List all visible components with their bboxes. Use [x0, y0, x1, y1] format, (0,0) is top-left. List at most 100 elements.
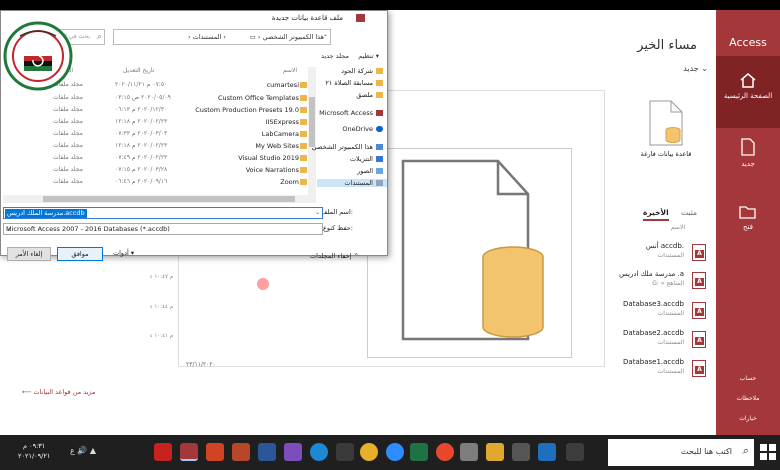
nav-item-new[interactable]: جديد	[716, 138, 780, 168]
list-item[interactable]: My Web Sites ٢٠٢٠/٠٢/٢٣ م ١٢:١٨ مجلد ملفات	[3, 142, 307, 153]
recent-file-name: أنس accdb.	[645, 242, 684, 250]
mail-icon[interactable]	[538, 443, 556, 461]
computer-icon	[376, 144, 383, 150]
store-icon[interactable]	[512, 443, 530, 461]
tab-recent[interactable]: الأخيرة	[642, 208, 669, 221]
organize-menu[interactable]: تنظيم ▾	[358, 52, 379, 60]
list-item[interactable]: Voice Narrations ٢٠٢٠/٠٣/٢٨ م ٠٧:١٥ مجلد م…	[3, 166, 307, 177]
save-type-select[interactable]: Microsoft Access 2007 - 2016 Databases (…	[3, 223, 323, 235]
blank-database-template[interactable]: قاعدة بيانات فارغة	[640, 100, 692, 158]
breadcrumb-item[interactable]: ▭ › هذا الكمبيوتر الشخصي	[250, 33, 324, 41]
nav-access-item[interactable]: Microsoft Access	[319, 109, 383, 117]
taskbar: ٠٩:٣١ م ٢٠٢١/٠٩/٢١ ع 🔊 ▲ اكتب هنا للبحث …	[0, 435, 780, 470]
windows-start-icon[interactable]	[760, 444, 776, 460]
chrome-icon[interactable]	[360, 443, 378, 461]
nav-item-open[interactable]: فتح	[716, 205, 780, 231]
database-preview-icon	[401, 159, 544, 341]
documents-icon	[376, 180, 383, 186]
nav-item-label: جديد	[741, 160, 755, 168]
horizontal-scrollbar[interactable]	[3, 195, 316, 203]
home-icon	[740, 73, 756, 88]
task-view-icon[interactable]	[566, 443, 584, 461]
chevron-up-icon: ⌃	[353, 252, 359, 260]
nav-feedback[interactable]: ملاحظات	[716, 395, 780, 402]
recent-file-item[interactable]: A Database2.accdb المستندات	[566, 329, 706, 353]
list-item[interactable]: Visual Studio 2019 ٢٠٢٠/٠٢/٢٣ م ٠٧:٤٩ مجلد…	[3, 154, 307, 165]
folder-icon	[300, 131, 307, 137]
word-icon[interactable]	[258, 443, 276, 461]
folder-icon	[300, 143, 307, 149]
file-explorer-icon[interactable]	[486, 443, 504, 461]
tools-menu[interactable]: أدوات ▾	[113, 249, 134, 257]
edge-icon[interactable]	[310, 443, 328, 461]
nav-folder-item[interactable]: شركة الجود	[341, 67, 383, 75]
list-item[interactable]: Zoom ٢٠٢٠/٠٩/١٦ م ٠٦:٤٦ مجلد ملفات	[3, 178, 307, 189]
chevron-down-icon[interactable]: ⌄	[323, 31, 328, 38]
acrobat-icon[interactable]	[154, 443, 172, 461]
breadcrumb-item[interactable]: › المستندات ›	[188, 33, 226, 41]
arrow-left-icon: ⟵	[22, 388, 32, 396]
open-folder-icon	[739, 206, 756, 219]
recent-file-time: م ١٠:٤٤ ء	[150, 304, 174, 310]
file-name-input[interactable]: مدرسة الملك ادريس.accdb ⌄	[3, 207, 323, 219]
cancel-button[interactable]: إلغاء الأمر	[7, 247, 51, 261]
hide-folders-toggle[interactable]: إخفاء المجلدات ⌃	[310, 252, 359, 260]
chevron-down-icon[interactable]: ⌄	[6, 225, 320, 233]
zoom-icon[interactable]	[386, 443, 404, 461]
column-header-date[interactable]: تاريخ التعديل	[123, 67, 154, 74]
nav-onedrive-item[interactable]: OneDrive	[342, 125, 383, 133]
recent-file-item[interactable]: A Database3.accdb المستندات	[566, 300, 706, 324]
recent-file-item[interactable]: A مدرسة ملك ادريس .a G: » المناهج	[566, 270, 706, 294]
folder-icon	[300, 82, 307, 88]
vertical-scrollbar[interactable]	[308, 67, 316, 195]
more-databases-link[interactable]: ⟵ مزيد من قواعد البيانات	[22, 388, 95, 396]
recent-file-item[interactable]: A Database1.accdb المستندات	[566, 358, 706, 382]
nav-options[interactable]: خيارات	[716, 415, 780, 422]
app-icon[interactable]	[460, 443, 478, 461]
nav-folder-item[interactable]: ملصق	[356, 91, 383, 99]
system-tray[interactable]: ع 🔊 ▲	[70, 446, 96, 455]
folder-icon	[376, 80, 383, 86]
folder-icon	[376, 92, 383, 98]
tray-language: ع	[70, 446, 75, 455]
powerpoint-icon[interactable]	[206, 443, 224, 461]
new-section-header[interactable]: جديد ⌄	[683, 64, 708, 73]
recent-file-item[interactable]: A أنس accdb. المستندات	[566, 242, 706, 266]
recent-file-path: المستندات	[657, 252, 684, 259]
computer-icon: ▭	[249, 33, 256, 41]
taskbar-clock[interactable]: ٠٩:٣١ م ٢٠٢١/٠٩/٢١	[18, 441, 50, 461]
tab-pinned[interactable]: مثبت	[681, 208, 697, 217]
nav-documents-item[interactable]: المستندات	[317, 179, 387, 187]
nav-account[interactable]: حساب	[716, 375, 780, 382]
nav-item-home[interactable]: الصفحة الرئيسية	[716, 56, 780, 128]
ok-button[interactable]: موافق	[57, 247, 103, 261]
nav-this-pc-item[interactable]: هذا الكمبيوتر الشخصي	[312, 143, 383, 151]
scrollbar-thumb[interactable]	[43, 196, 295, 202]
nav-pictures-item[interactable]: الصور	[357, 167, 383, 175]
visual-studio-icon[interactable]	[284, 443, 302, 461]
save-type-label: حفظ كنوع:	[322, 224, 353, 232]
new-document-icon	[741, 138, 755, 156]
address-bar[interactable]: ▭ › هذا الكمبيوتر الشخصي › المستندات › ⌄	[113, 29, 331, 45]
scrollbar-thumb[interactable]	[309, 97, 315, 147]
chevron-down-icon[interactable]: ⌄	[315, 209, 320, 216]
app-icon[interactable]	[336, 443, 354, 461]
list-item[interactable]: IISExpress ٢٠٢٠/٠٢/٢٣ م ١٢:١٨ مجلد ملفات	[3, 118, 307, 129]
folder-icon	[300, 167, 307, 173]
onedrive-icon	[376, 126, 383, 132]
preview-date: ٢٣/١١/٢٠٢٠	[186, 361, 216, 368]
nav-folder-item[interactable]: مسابقة الصلاة ٢١	[325, 79, 383, 87]
list-item[interactable]: Custom Production Presets 19.0 ٢٠٢٠/١٢/٣٠…	[3, 106, 307, 117]
column-header-name[interactable]: الاسم	[283, 67, 297, 74]
search-icon: ⌕	[96, 32, 101, 41]
excel-icon[interactable]	[410, 443, 428, 461]
app-icon[interactable]	[232, 443, 250, 461]
app-icon[interactable]	[436, 443, 454, 461]
blank-database-label: قاعدة بيانات فارغة	[640, 150, 692, 158]
new-folder-button[interactable]: مجلد جديد	[321, 52, 349, 60]
taskbar-search[interactable]: اكتب هنا للبحث ⌕	[608, 439, 754, 466]
nav-downloads-item[interactable]: التنزيلات	[350, 155, 383, 163]
list-item[interactable]: LabCamera ٢٠٢٠/٠٣/٠٣ م ٠٧:٣٣ مجلد ملفات	[3, 130, 307, 141]
access-app-icon[interactable]	[180, 443, 198, 461]
recent-file-time: م ١٠:٤٧ ء	[150, 274, 174, 280]
